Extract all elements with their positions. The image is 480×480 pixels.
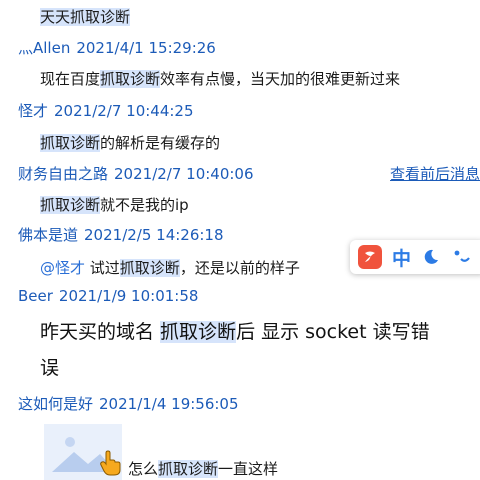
punctuation-icon[interactable] (451, 247, 471, 267)
message-sender-row: 灬Allen 2021/4/1 15:29:26 (18, 37, 216, 58)
message-text-line2: 误 (40, 352, 59, 385)
message-text: 昨天买的域名 抓取诊断后 显示 socket 读写错 (40, 316, 430, 349)
text-segment: 的解析是有缓存的 (100, 134, 221, 152)
highlight-keyword: 抓取诊断 (158, 460, 219, 478)
text-segment: ，还是以前的样子 (179, 259, 300, 277)
ime-toolbar[interactable]: 中 (350, 240, 480, 274)
text-segment: 误 (40, 357, 60, 379)
mention-link[interactable]: @怪才 (40, 259, 85, 277)
message-time: 2021/2/5 14:26:18 (84, 226, 224, 244)
message-sender-row: 怪才 2021/2/7 10:44:25 (18, 100, 194, 121)
message-text: 抓取诊断就不是我的ip (40, 194, 189, 215)
text-segment: 后 显示 socket 读写错 (236, 321, 430, 343)
sender-name[interactable]: 怪才 (18, 102, 48, 120)
highlight-keyword: 天天抓取诊断 (40, 8, 131, 26)
message-time: 2021/4/1 15:29:26 (76, 39, 216, 57)
text-segment: 怎么 (128, 460, 159, 478)
highlight-keyword: 抓取诊断 (40, 196, 101, 214)
message-text: @怪才 试过抓取诊断，还是以前的样子 (40, 257, 300, 278)
message-sender-row: Beer 2021/1/9 10:01:58 (18, 287, 198, 305)
message-time: 2021/2/7 10:40:06 (114, 165, 254, 183)
highlight-keyword: 抓取诊断 (100, 70, 161, 88)
text-segment: 试过 (85, 259, 120, 277)
sender-name[interactable]: 这如何是好 (18, 395, 93, 413)
view-context-link[interactable]: 查看前后消息 (390, 163, 480, 184)
message-time: 2021/1/9 10:01:58 (58, 287, 199, 305)
message-text: 怎么抓取诊断一直这样 (128, 458, 278, 479)
message-time: 2021/1/4 19:56:05 (99, 395, 239, 413)
message-sender-row: 财务自由之路 2021/2/7 10:40:06 (18, 163, 254, 184)
message-sender-row: 佛本是道 2021/2/5 14:26:18 (18, 224, 224, 245)
hand-cursor-icon (100, 450, 122, 480)
sogou-logo-icon[interactable] (358, 245, 382, 269)
highlight-keyword: 抓取诊断 (119, 259, 180, 277)
text-segment: 现在百度 (40, 70, 101, 88)
message-time: 2021/2/7 10:44:25 (54, 102, 194, 120)
highlight-keyword: 抓取诊断 (160, 321, 237, 343)
sender-name[interactable]: 灬Allen (18, 39, 70, 57)
sender-name[interactable]: 财务自由之路 (18, 165, 108, 183)
message-sender-row: 这如何是好 2021/1/4 19:56:05 (18, 393, 239, 414)
sender-name[interactable]: Beer (18, 287, 53, 305)
text-segment: 就不是我的ip (100, 196, 189, 214)
message-text: 现在百度抓取诊断效率有点慢，当天加的很难更新过来 (40, 68, 400, 89)
ime-lang-toggle[interactable]: 中 (392, 244, 411, 271)
highlight-keyword: 抓取诊断 (40, 134, 101, 152)
text-segment: 一直这样 (218, 460, 279, 478)
sender-name[interactable]: 佛本是道 (18, 226, 78, 244)
text-segment: 昨天买的域名 (40, 321, 161, 343)
message-text: 天天抓取诊断 (40, 6, 131, 27)
text-segment: 效率有点慢，当天加的很难更新过来 (160, 70, 401, 88)
message-text: 抓取诊断的解析是有缓存的 (40, 132, 220, 153)
moon-icon[interactable] (421, 247, 441, 267)
